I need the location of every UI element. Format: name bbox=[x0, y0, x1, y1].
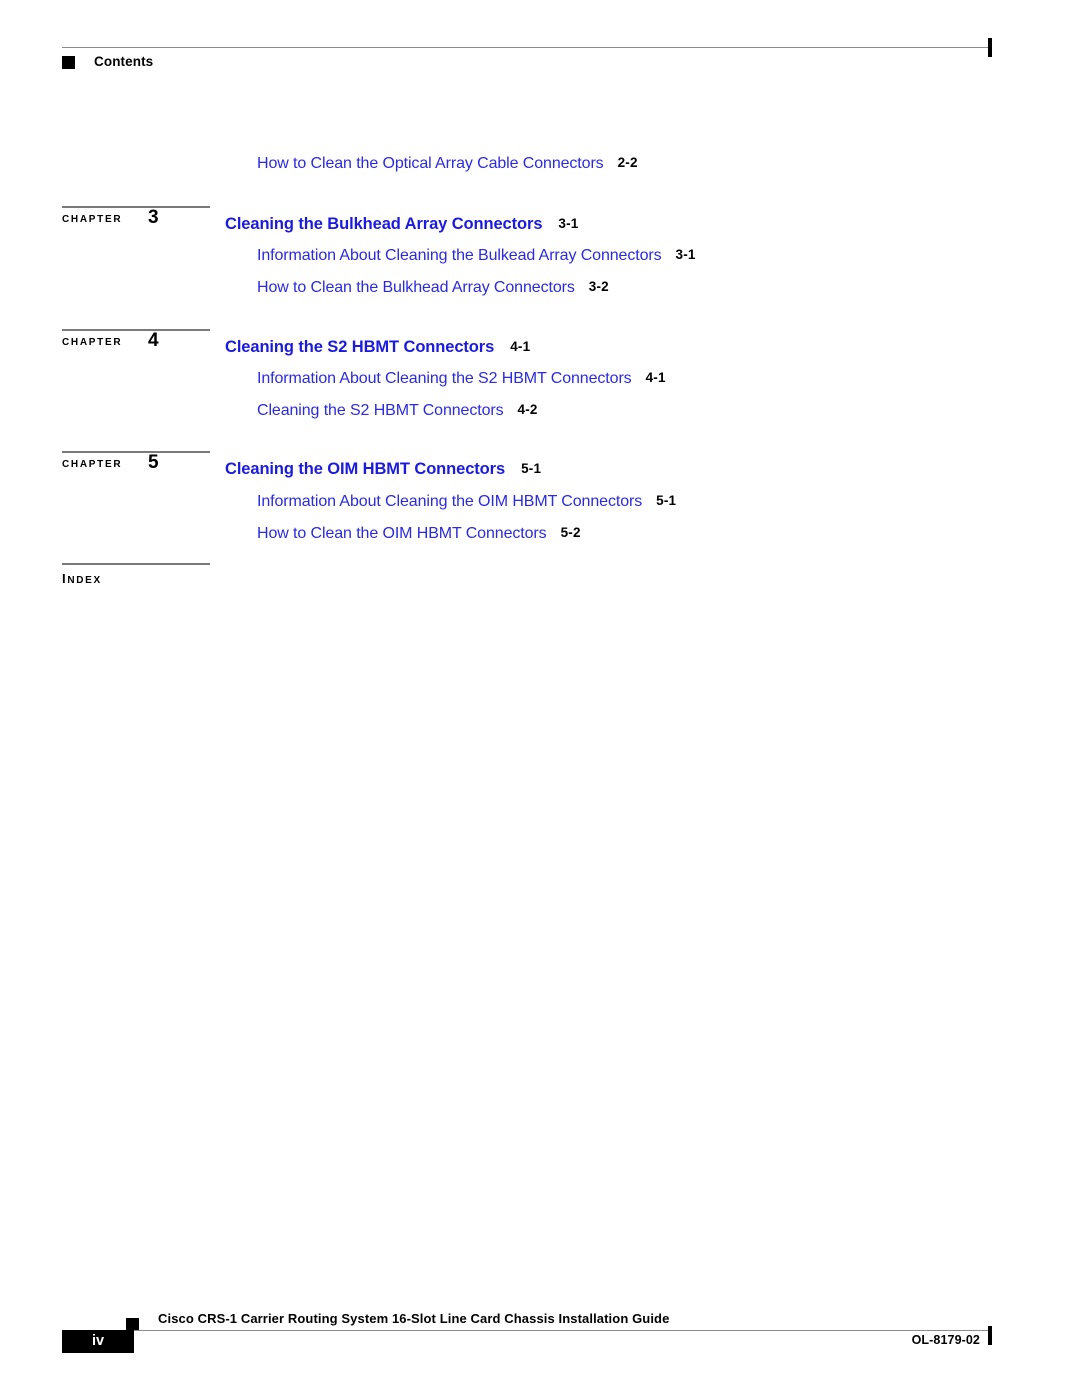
toc-entry-chapter[interactable]: Cleaning the OIM HBMT Connectors 5-1 bbox=[225, 460, 541, 479]
black-square-marker-icon bbox=[62, 56, 75, 69]
index-label: INDEX bbox=[62, 571, 102, 586]
toc-entry-label: How to Clean the OIM HBMT Connectors bbox=[257, 525, 547, 542]
chapter-rule bbox=[62, 206, 210, 208]
toc-entry-chapter[interactable]: Cleaning the S2 HBMT Connectors 4-1 bbox=[225, 338, 530, 357]
index-rule bbox=[62, 563, 210, 565]
toc-entry-page: 4-1 bbox=[645, 370, 666, 385]
toc-entry-page: 5-1 bbox=[521, 461, 542, 476]
footer-endcap-bar bbox=[988, 1326, 992, 1345]
toc-entry-section[interactable]: Cleaning the S2 HBMT Connectors 4-2 bbox=[257, 402, 538, 420]
index-label-rest: NDEX bbox=[67, 575, 102, 586]
toc-entry-label: Cleaning the S2 HBMT Connectors bbox=[257, 402, 504, 419]
toc-entry-page: 5-2 bbox=[560, 525, 581, 540]
toc-entry-label: Information About Cleaning the OIM HBMT … bbox=[257, 493, 643, 510]
footer-document-title: Cisco CRS-1 Carrier Routing System 16-Sl… bbox=[158, 1311, 670, 1326]
toc-entry-label: Information About Cleaning the Bulkead A… bbox=[257, 247, 662, 264]
toc-entry-page: 3-2 bbox=[588, 279, 609, 294]
toc-entry-label: How to Clean the Bulkhead Array Connecto… bbox=[257, 279, 575, 296]
chapter-rule bbox=[62, 451, 210, 453]
toc-entry-label: How to Clean the Optical Array Cable Con… bbox=[257, 155, 604, 172]
toc-entry-label: Cleaning the OIM HBMT Connectors bbox=[225, 460, 506, 478]
chapter-word-label: CHAPTER bbox=[62, 337, 123, 348]
toc-entry-label: Information About Cleaning the S2 HBMT C… bbox=[257, 370, 632, 387]
toc-entry-section[interactable]: How to Clean the Optical Array Cable Con… bbox=[257, 155, 638, 173]
toc-entry-page: 4-2 bbox=[517, 402, 538, 417]
header-rule bbox=[62, 47, 990, 48]
chapter-number: 5 bbox=[148, 452, 159, 473]
toc-entry-page: 3-1 bbox=[558, 216, 579, 231]
footer-rule bbox=[62, 1330, 990, 1331]
chapter-rule bbox=[62, 329, 210, 331]
chapter-number: 3 bbox=[148, 207, 159, 228]
toc-entry-section[interactable]: Information About Cleaning the OIM HBMT … bbox=[257, 493, 676, 511]
chapter-word-label: CHAPTER bbox=[62, 214, 123, 225]
chapter-number: 4 bbox=[148, 330, 159, 351]
page-header: Contents bbox=[0, 0, 1080, 90]
header-endcap-bar bbox=[988, 38, 992, 57]
toc-entry-page: 4-1 bbox=[510, 339, 531, 354]
toc-entry-page: 2-2 bbox=[617, 155, 638, 170]
toc-entry-label: Cleaning the Bulkhead Array Connectors bbox=[225, 215, 543, 233]
toc-entry-page: 5-1 bbox=[656, 493, 677, 508]
toc-entry-label: Cleaning the S2 HBMT Connectors bbox=[225, 338, 495, 356]
footer-document-id: OL-8179-02 bbox=[911, 1333, 980, 1347]
chapter-word-label: CHAPTER bbox=[62, 459, 123, 470]
toc-entry-chapter[interactable]: Cleaning the Bulkhead Array Connectors 3-… bbox=[225, 215, 579, 234]
toc-entry-section[interactable]: How to Clean the Bulkhead Array Connecto… bbox=[257, 279, 609, 297]
toc-entry-page: 3-1 bbox=[675, 247, 696, 262]
running-header-title: Contents bbox=[94, 54, 154, 69]
toc-entry-section[interactable]: Information About Cleaning the S2 HBMT C… bbox=[257, 370, 666, 388]
toc-entry-section[interactable]: How to Clean the OIM HBMT Connectors 5-2 bbox=[257, 525, 581, 543]
toc-entry-section[interactable]: Information About Cleaning the Bulkead A… bbox=[257, 247, 696, 265]
